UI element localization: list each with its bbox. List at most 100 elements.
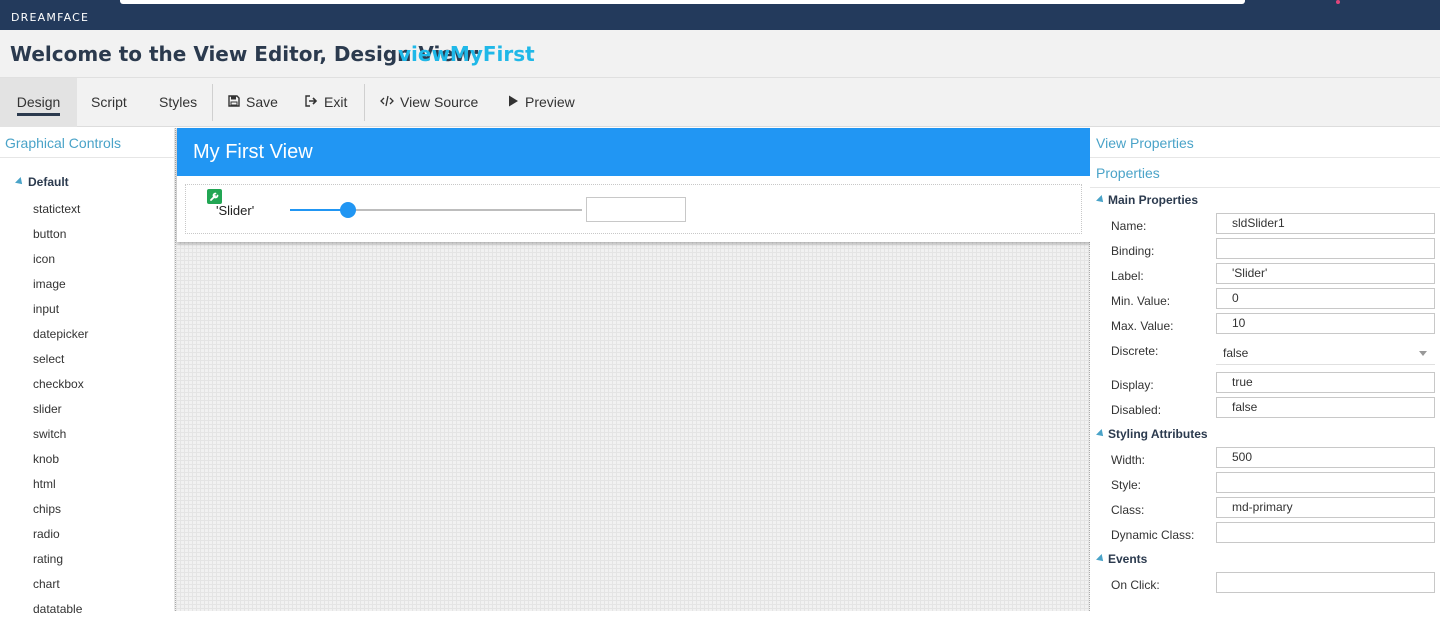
section-label: Styling Attributes — [1108, 427, 1208, 441]
control-item-switch[interactable]: switch — [33, 426, 88, 451]
width-label: Width: — [1111, 453, 1146, 467]
view-title: My First View — [193, 141, 313, 163]
name-label: Name: — [1111, 219, 1147, 233]
properties-panel: View Properties Properties Main Properti… — [1090, 128, 1440, 611]
slider-track[interactable] — [290, 202, 582, 218]
expand-arrow-icon — [15, 177, 25, 187]
control-item-icon[interactable]: icon — [33, 251, 88, 276]
max-value-label: Max. Value: — [1111, 319, 1174, 333]
panel-divider — [0, 157, 175, 158]
discrete-value: false — [1223, 346, 1249, 360]
expand-arrow-icon — [1096, 429, 1106, 439]
min-value-field[interactable]: 0 — [1216, 288, 1435, 309]
control-item-knob[interactable]: knob — [33, 451, 88, 476]
control-item-chart[interactable]: chart — [33, 576, 88, 601]
control-item-input[interactable]: input — [33, 301, 88, 326]
notification-dot — [1336, 0, 1340, 4]
tree-group-label: Default — [28, 175, 69, 189]
exit-label: Exit — [324, 94, 348, 110]
view-source-label: View Source — [400, 94, 479, 110]
on-click-label: On Click: — [1111, 578, 1160, 592]
view-container[interactable]: My First View 'Slider' — [177, 128, 1090, 242]
design-canvas[interactable]: My First View 'Slider' — [175, 128, 1090, 611]
control-item-datepicker[interactable]: datepicker — [33, 326, 88, 351]
expand-arrow-icon — [1096, 195, 1106, 205]
control-item-statictext[interactable]: statictext — [33, 201, 88, 226]
discrete-select[interactable]: false — [1216, 341, 1435, 365]
dreamface-logo: DREAMFACE — [11, 11, 90, 24]
tab-design[interactable]: Design — [0, 78, 77, 127]
slider-label: 'Slider' — [216, 203, 255, 218]
panel-header-graphical-controls: Graphical Controls — [5, 135, 121, 151]
control-item-slider[interactable]: slider — [33, 401, 88, 426]
slider-thumb[interactable] — [340, 202, 357, 218]
slider-control[interactable]: 'Slider' — [185, 184, 1082, 234]
save-button[interactable]: Save — [228, 78, 278, 127]
brand-bar: DREAMFACE — [0, 0, 1440, 30]
section-styling-attributes[interactable]: Styling Attributes — [1096, 427, 1208, 441]
class-field[interactable]: md-primary — [1216, 497, 1435, 518]
min-value-label: Min. Value: — [1111, 294, 1171, 308]
control-list: statictext button icon image input datep… — [33, 201, 88, 626]
control-item-button[interactable]: button — [33, 226, 88, 251]
wrench-icon[interactable] — [207, 189, 222, 204]
label-label: Label: — [1111, 269, 1144, 283]
control-item-html[interactable]: html — [33, 476, 88, 501]
tab-design-label: Design — [16, 94, 61, 116]
toolbar-divider — [364, 84, 365, 121]
on-click-field[interactable] — [1216, 572, 1435, 593]
control-item-image[interactable]: image — [33, 276, 88, 301]
exit-button[interactable]: Exit — [305, 78, 347, 127]
control-item-radio[interactable]: radio — [33, 526, 88, 551]
view-name: viewMyFirst — [398, 42, 535, 66]
name-field[interactable]: sldSlider1 — [1216, 213, 1435, 234]
preview-label: Preview — [525, 94, 575, 110]
play-icon — [508, 78, 519, 127]
code-icon — [380, 78, 394, 127]
max-value-field[interactable]: 10 — [1216, 313, 1435, 334]
control-item-datatable[interactable]: datatable — [33, 601, 88, 626]
binding-label: Binding: — [1111, 244, 1155, 258]
browser-address-strip — [120, 0, 1245, 4]
dynamic-class-label: Dynamic Class: — [1111, 528, 1195, 542]
toolbar-divider — [212, 84, 213, 121]
section-label: Events — [1108, 552, 1148, 566]
control-item-checkbox[interactable]: checkbox — [33, 376, 88, 401]
disabled-label: Disabled: — [1111, 403, 1162, 417]
control-item-chips[interactable]: chips — [33, 501, 88, 526]
control-item-select[interactable]: select — [33, 351, 88, 376]
section-label: Main Properties — [1108, 193, 1199, 207]
properties-header[interactable]: Properties — [1096, 165, 1160, 181]
style-label: Style: — [1111, 478, 1142, 492]
tab-styles-label: Styles — [159, 94, 198, 110]
exit-icon — [305, 78, 318, 127]
view-source-button[interactable]: View Source — [380, 78, 478, 127]
preview-button[interactable]: Preview — [508, 78, 575, 127]
editor-toolbar: Design Script Styles Save Exit View Sour… — [0, 77, 1440, 127]
display-field[interactable]: true — [1216, 372, 1435, 393]
panel-divider — [1090, 187, 1440, 188]
label-field[interactable]: 'Slider' — [1216, 263, 1435, 284]
section-main-properties[interactable]: Main Properties — [1096, 193, 1199, 207]
tree-group-default[interactable]: Default — [15, 175, 69, 189]
view-properties-header[interactable]: View Properties — [1096, 135, 1194, 151]
view-header: My First View — [177, 128, 1090, 176]
tab-script[interactable]: Script — [91, 78, 127, 127]
slider-value-input[interactable] — [586, 197, 686, 222]
width-field[interactable]: 500 — [1216, 447, 1435, 468]
binding-field[interactable] — [1216, 238, 1435, 259]
expand-arrow-icon — [1096, 554, 1106, 564]
disabled-field[interactable]: false — [1216, 397, 1435, 418]
tab-styles[interactable]: Styles — [159, 78, 197, 127]
save-icon — [228, 78, 240, 127]
panel-divider — [1090, 157, 1440, 158]
chevron-down-icon — [1419, 351, 1427, 356]
editor-title-bar: Welcome to the View Editor, Design View:… — [0, 30, 1440, 77]
section-events[interactable]: Events — [1096, 552, 1148, 566]
tab-script-label: Script — [91, 94, 127, 110]
dynamic-class-field[interactable] — [1216, 522, 1435, 543]
style-field[interactable] — [1216, 472, 1435, 493]
graphical-controls-panel: Graphical Controls Default statictext bu… — [0, 128, 175, 616]
control-item-rating[interactable]: rating — [33, 551, 88, 576]
display-label: Display: — [1111, 378, 1154, 392]
